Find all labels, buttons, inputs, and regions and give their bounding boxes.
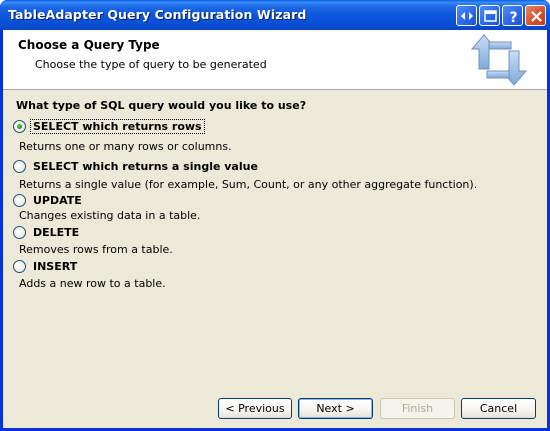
option-label-select-rows[interactable]: SELECT which returns rows xyxy=(30,118,205,134)
cancel-button[interactable]: Cancel xyxy=(461,398,536,419)
option-label-update[interactable]: UPDATE xyxy=(31,194,84,207)
radio-button[interactable] xyxy=(13,159,26,173)
query-type-question: What type of SQL query would you like to… xyxy=(16,99,307,112)
radio-button[interactable] xyxy=(13,259,26,273)
title-bar[interactable]: TableAdapter Query Configuration Wizard xyxy=(0,0,550,30)
option-description-select-rows: Returns one or many rows or columns. xyxy=(19,140,232,153)
radio-delete[interactable]: DELETE xyxy=(13,224,81,240)
close-button[interactable] xyxy=(525,5,546,26)
previous-button[interactable]: < Previous xyxy=(218,398,292,419)
radio-button-checked[interactable] xyxy=(13,119,26,133)
radio-insert[interactable]: INSERT xyxy=(13,258,79,274)
option-description-select-single-value: Returns a single value (for example, Sum… xyxy=(19,178,478,191)
page-title: Choose a Query Type xyxy=(18,38,160,52)
query-arrows-icon xyxy=(470,33,528,87)
option-description-insert: Adds a new row to a table. xyxy=(19,277,166,290)
radio-select-single-value[interactable]: SELECT which returns a single value xyxy=(13,158,260,174)
maximize-button[interactable] xyxy=(479,5,500,26)
next-button[interactable]: Next > xyxy=(298,398,373,419)
radio-button[interactable] xyxy=(13,225,26,239)
option-label-insert[interactable]: INSERT xyxy=(31,260,79,273)
wizard-client-area: Choose a Query Type Choose the type of q… xyxy=(3,30,547,428)
page-subtitle: Choose the type of query to be generated xyxy=(35,58,267,71)
radio-select-rows[interactable]: SELECT which returns rows xyxy=(13,118,205,134)
option-description-delete: Removes rows from a table. xyxy=(19,243,173,256)
wizard-window: TableAdapter Query Configuration Wizard xyxy=(0,0,550,431)
help-button[interactable]: ? xyxy=(502,5,523,26)
svg-text:?: ? xyxy=(509,10,517,26)
option-label-select-single-value[interactable]: SELECT which returns a single value xyxy=(31,160,260,173)
radio-update[interactable]: UPDATE xyxy=(13,192,84,208)
option-description-update: Changes existing data in a table. xyxy=(19,209,201,222)
option-label-delete[interactable]: DELETE xyxy=(31,226,81,239)
window-title: TableAdapter Query Configuration Wizard xyxy=(8,7,307,22)
resize-button[interactable] xyxy=(456,5,477,26)
wizard-header: Choose a Query Type Choose the type of q… xyxy=(3,30,547,90)
finish-button[interactable]: Finish xyxy=(380,398,455,419)
radio-button[interactable] xyxy=(13,193,26,207)
